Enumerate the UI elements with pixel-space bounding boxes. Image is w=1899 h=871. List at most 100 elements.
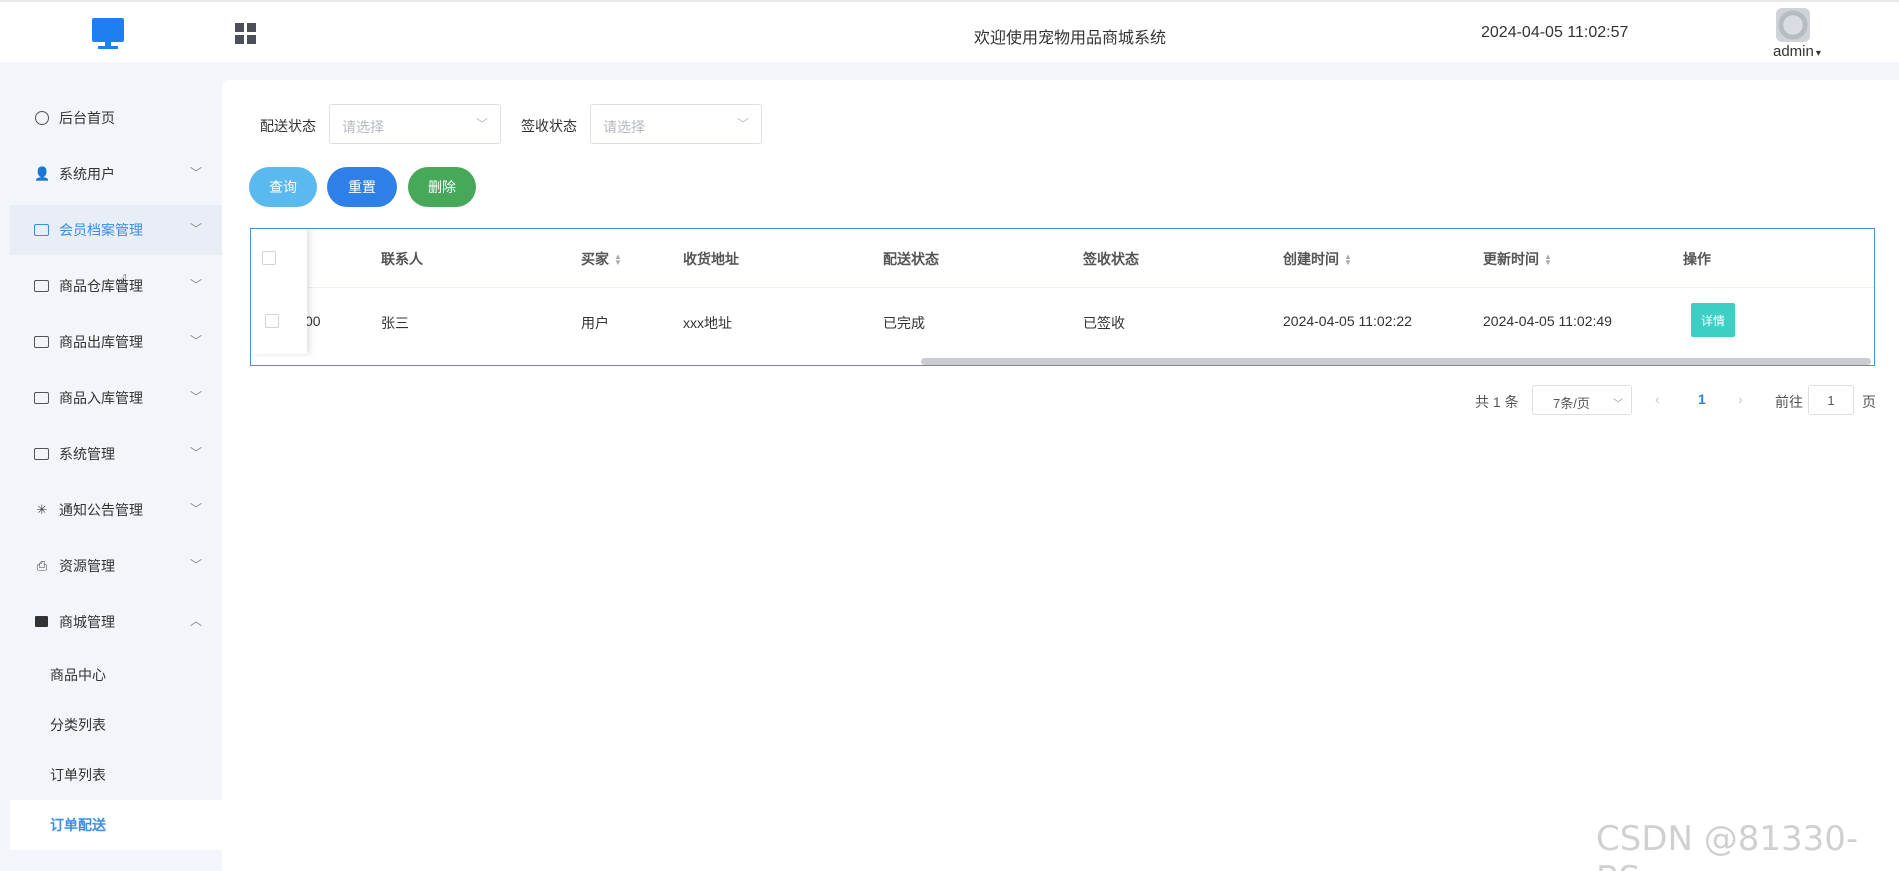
reset-button[interactable]: 重置 — [327, 167, 397, 207]
column-header-sign-status: 签收状态 — [1083, 251, 1139, 267]
main-area: 配送状态 请选择 ﹀ 签收状态 请选择 ﹀ 查询 重置 删除 联系人 买家 ▲ ▼ … — [222, 62, 1899, 871]
top-header: 欢迎使用宠物用品商城系统 2024-04-05 11:02:57 admin ▾ — [0, 0, 1899, 62]
page-size-select[interactable]: 7条/页 ﹀ — [1532, 385, 1632, 415]
sidebar-item-label: 会员档案管理 — [59, 222, 143, 238]
page-suffix: 页 — [1862, 394, 1876, 410]
sidebar-item-inbound[interactable]: 商品入库管理 ﹀ — [10, 373, 222, 423]
delivery-table: 联系人 买家 ▲ ▼ 收货地址 配送状态 签收状态 创建时间 ▲ ▼ 更新时间 ▲ ▼ 操作… — [250, 228, 1875, 366]
delivery-status-label: 配送状态 — [260, 118, 316, 134]
column-header-label: 买家 — [581, 251, 609, 267]
chevron-down-icon: ▾ — [1815, 48, 1821, 59]
chevron-down-icon: ﹀ — [475, 117, 488, 131]
pie-chart-icon — [35, 111, 49, 125]
sidebar-item-system-management[interactable]: 系统管理 ﹀ — [10, 429, 222, 479]
loading-icon: ✳ — [36, 502, 48, 517]
page-number-1[interactable]: 1 — [1698, 391, 1706, 421]
sidebar-sub-label: 分类列表 — [50, 717, 106, 733]
user-icon: 👤 — [34, 166, 51, 181]
column-header-delivery-status: 配送状态 — [883, 251, 939, 267]
sidebar-item-member-archive[interactable]: 会员档案管理 ﹀ — [10, 205, 222, 255]
cell-id: 00 — [305, 313, 321, 329]
column-header-updated[interactable]: 更新时间 ▲ ▼ — [1483, 249, 1552, 269]
id-card-icon — [34, 280, 49, 292]
cell-delivery-status: 已完成 — [883, 315, 925, 331]
query-button[interactable]: 查询 — [249, 167, 317, 207]
sidebar-sub-order-list[interactable]: 订单列表 — [10, 750, 222, 800]
next-page-icon[interactable]: › — [1738, 391, 1743, 421]
chevron-down-icon: ﹀ — [190, 166, 203, 180]
header-datetime: 2024-04-05 11:02:57 — [1481, 24, 1629, 41]
chevron-down-icon: ﹀ — [190, 446, 203, 460]
sidebar-item-label: 系统用户 — [59, 166, 115, 182]
chevron-down-icon: ﹀ — [190, 222, 203, 236]
chevron-down-icon: ﹀ — [1613, 399, 1623, 410]
sort-icon[interactable]: ▲ ▼ — [1544, 253, 1552, 267]
sign-status-select[interactable]: 请选择 ﹀ — [590, 104, 762, 144]
column-header-address: 收货地址 — [683, 251, 739, 267]
chevron-up-icon: ︿ — [190, 614, 203, 628]
goto-page-input[interactable] — [1808, 385, 1854, 415]
shop-icon — [35, 616, 48, 627]
sidebar-item-notice[interactable]: ✳ 通知公告管理 ﹀ — [10, 485, 222, 535]
sidebar-item-label: 资源管理 — [59, 558, 115, 574]
avatar[interactable] — [1776, 8, 1810, 42]
column-header-created[interactable]: 创建时间 ▲ ▼ — [1283, 249, 1352, 269]
printer-icon: ⎙ — [36, 558, 48, 573]
fixed-checkbox-column — [251, 229, 307, 354]
row-checkbox[interactable] — [265, 314, 279, 328]
sidebar-item-label: 商品入库管理 — [59, 390, 143, 406]
id-card-icon — [34, 336, 49, 348]
column-header-label: 更新时间 — [1483, 251, 1539, 267]
cell-updated: 2024-04-05 11:02:49 — [1483, 313, 1612, 329]
sidebar-item-shop[interactable]: 商城管理 ︿ — [10, 597, 222, 647]
user-menu[interactable]: admin ▾ — [1773, 43, 1821, 60]
select-placeholder: 请选择 — [342, 119, 384, 135]
app-root: 欢迎使用宠物用品商城系统 2024-04-05 11:02:57 admin ▾ … — [0, 0, 1899, 871]
column-header-actions: 操作 — [1683, 251, 1711, 267]
sort-icon[interactable]: ▲ ▼ — [614, 253, 622, 267]
select-placeholder: 请选择 — [603, 119, 645, 135]
sidebar-sub-order-delivery[interactable]: 订单配送 — [10, 800, 222, 850]
chevron-down-icon: ﹀ — [190, 390, 203, 404]
table-row: 00 张三 用户 xxx地址 已完成 已签收 2024-04-05 11:02:… — [251, 288, 1874, 354]
cell-address: xxx地址 — [683, 315, 732, 331]
sidebar-item-label: 商品出库管理 — [59, 334, 143, 350]
chevron-down-icon: ﹀ — [190, 502, 203, 516]
sidebar-item-label: 系统管理 — [59, 446, 115, 462]
sidebar-sub-product-center[interactable]: 商品中心 — [10, 650, 222, 700]
folder-check-icon — [34, 448, 49, 460]
page-size-value: 7条/页 — [1553, 396, 1590, 411]
sidebar-item-outbound[interactable]: 商品出库管理 ﹀ — [10, 317, 222, 367]
sidebar-item-home[interactable]: 后台首页 — [10, 93, 222, 143]
pagination-total: 共 1 条 — [1475, 394, 1519, 410]
watermark: CSDN @81330-BS — [1596, 819, 1859, 871]
sort-icon[interactable]: ▲ ▼ — [1344, 253, 1352, 267]
chevron-down-icon: ﹀ — [190, 278, 203, 292]
sidebar: 后台首页 👤 系统用户 ﹀ 会员档案管理 ﹀ 商品仓库管理 ﹀ 商品出库管理 ﹀… — [0, 62, 222, 871]
sidebar-item-label: 后台首页 — [59, 110, 115, 126]
sidebar-item-label: 商城管理 — [59, 614, 115, 630]
select-all-checkbox[interactable] — [262, 251, 276, 265]
delivery-status-select[interactable]: 请选择 ﹀ — [329, 104, 501, 144]
delete-button[interactable]: 删除 — [408, 167, 476, 207]
sidebar-sub-label: 订单配送 — [50, 817, 106, 833]
content-panel: 配送状态 请选择 ﹀ 签收状态 请选择 ﹀ 查询 重置 删除 联系人 买家 ▲ ▼ … — [222, 80, 1899, 871]
horizontal-scrollbar[interactable] — [251, 357, 1874, 365]
column-header-label: 创建时间 — [1283, 251, 1339, 267]
chevron-down-icon: ﹀ — [736, 117, 749, 131]
chevron-down-icon: ﹀ — [190, 334, 203, 348]
column-header-buyer[interactable]: 买家 ▲ ▼ — [581, 249, 622, 269]
cell-contact: 张三 — [381, 315, 409, 331]
sidebar-sub-category-list[interactable]: 分类列表 — [10, 700, 222, 750]
column-header-contact: 联系人 — [381, 251, 423, 267]
sidebar-sub-label: 订单列表 — [50, 767, 106, 783]
sidebar-item-system-users[interactable]: 👤 系统用户 ﹀ — [10, 149, 222, 199]
user-name: admin — [1773, 43, 1814, 60]
scrollbar-thumb[interactable] — [921, 358, 1871, 365]
detail-button[interactable]: 详情 — [1691, 303, 1735, 337]
prev-page-icon[interactable]: ‹ — [1655, 391, 1660, 421]
sidebar-item-resources[interactable]: ⎙ 资源管理 ﹀ — [10, 541, 222, 591]
id-card-icon — [34, 224, 49, 236]
sidebar-sub-label: 商品中心 — [50, 667, 106, 683]
cell-created: 2024-04-05 11:02:22 — [1283, 313, 1412, 329]
